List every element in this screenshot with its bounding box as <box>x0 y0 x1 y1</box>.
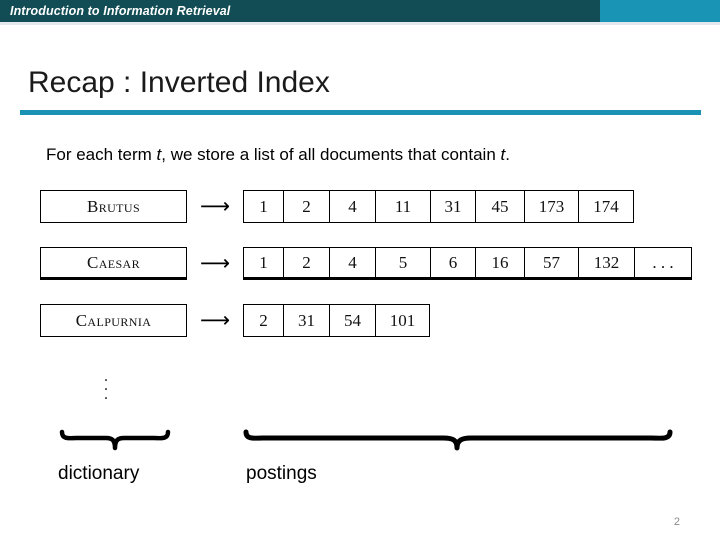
index-row: Calpurnia ⟶ 2 31 54 101 <box>40 304 430 337</box>
lead-sentence: For each term t, we store a list of all … <box>46 145 510 165</box>
lead-text-middle: , we store a list of all documents that … <box>161 145 501 164</box>
posting-cell: 54 <box>329 304 375 337</box>
lead-text-after: . <box>505 145 510 164</box>
arrow-icon: ⟶ <box>199 194 231 218</box>
page-title: Recap : Inverted Index <box>28 66 330 99</box>
index-row: Brutus ⟶ 1 2 4 11 31 45 173 174 <box>40 190 634 223</box>
posting-cell: 57 <box>524 247 578 280</box>
vdot: . <box>104 386 108 403</box>
dictionary-term-box: Brutus <box>40 190 187 223</box>
dictionary-label: dictionary <box>58 463 140 484</box>
posting-cell: 6 <box>430 247 475 280</box>
posting-cell: 2 <box>283 247 329 280</box>
index-row: Caesar ⟶ 1 2 4 5 6 16 57 132 . . . <box>40 247 692 280</box>
posting-cell: 2 <box>283 190 329 223</box>
posting-cell: 132 <box>578 247 634 280</box>
postings-brace-icon <box>243 429 673 451</box>
banner-left-block: Introduction to Information Retrieval <box>0 0 600 22</box>
page-number: 2 <box>673 516 680 528</box>
posting-cell: 31 <box>430 190 475 223</box>
posting-cell: 4 <box>329 247 375 280</box>
posting-cell: 11 <box>375 190 430 223</box>
postings-label: postings <box>246 463 317 484</box>
postings-list: 2 31 54 101 <box>243 304 430 337</box>
posting-cell: 1 <box>243 190 283 223</box>
posting-cell-ellipsis: . . . <box>634 247 692 280</box>
postings-list: 1 2 4 5 6 16 57 132 . . . <box>243 247 692 280</box>
dictionary-term-box: Caesar <box>40 247 187 280</box>
title-divider <box>20 110 701 115</box>
posting-cell: 4 <box>329 190 375 223</box>
posting-cell: 16 <box>475 247 524 280</box>
banner-title: Introduction to Information Retrieval <box>10 4 231 18</box>
posting-cell: 101 <box>375 304 430 337</box>
top-banner: Introduction to Information Retrieval <box>0 0 720 22</box>
arrow-icon: ⟶ <box>199 251 231 275</box>
posting-cell: 5 <box>375 247 430 280</box>
dictionary-term-box: Calpurnia <box>40 304 187 337</box>
banner-right-block <box>600 0 720 22</box>
posting-cell: 31 <box>283 304 329 337</box>
posting-cell: 173 <box>524 190 578 223</box>
postings-list: 1 2 4 11 31 45 173 174 <box>243 190 634 223</box>
posting-cell: 174 <box>578 190 634 223</box>
banner-shadow <box>0 22 720 25</box>
posting-cell: 1 <box>243 247 283 280</box>
vertical-ellipsis-icon: . . . <box>104 369 108 403</box>
lead-text-before: For each term <box>46 145 157 164</box>
posting-cell: 45 <box>475 190 524 223</box>
arrow-icon: ⟶ <box>199 308 231 332</box>
posting-cell: 2 <box>243 304 283 337</box>
dictionary-brace-icon <box>59 429 171 451</box>
